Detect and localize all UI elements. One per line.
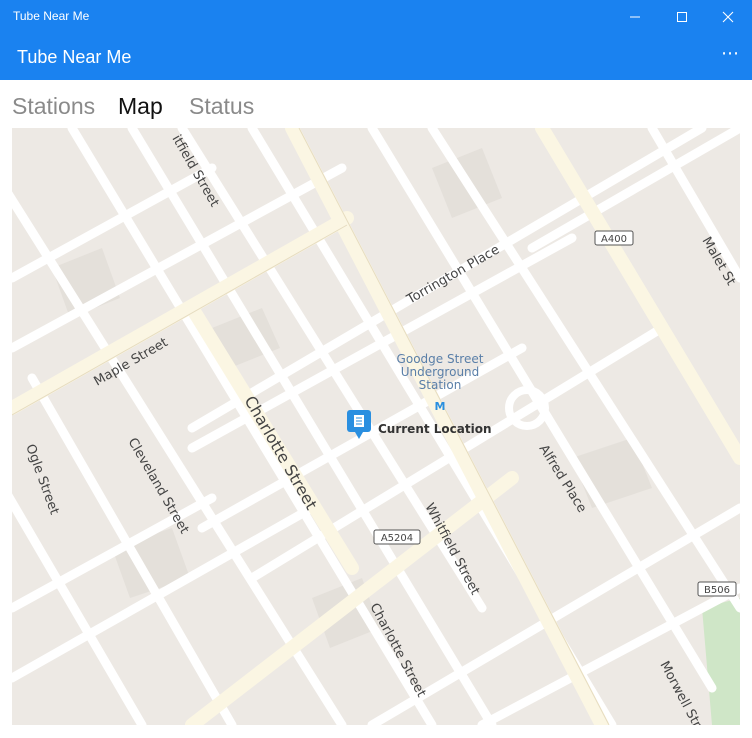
close-icon: [722, 11, 734, 22]
road-shield-a400: A400: [594, 230, 634, 246]
maximize-button[interactable]: [659, 0, 705, 33]
road-shield-a5204: A5204: [373, 529, 421, 545]
svg-text:A5204: A5204: [381, 533, 413, 544]
svg-text:M: M: [435, 400, 446, 413]
underground-icon[interactable]: M: [435, 400, 446, 413]
station-name-line1: Goodge Street: [397, 352, 484, 366]
tab-status[interactable]: Status: [189, 93, 254, 120]
station-name-line2: Underground: [401, 365, 480, 379]
close-button[interactable]: [705, 0, 751, 33]
svg-text:A400: A400: [601, 234, 627, 245]
station-name-line3: Station: [419, 378, 462, 392]
app-bar: Tube Near Me ⋯: [0, 33, 752, 80]
window-title: Tube Near Me: [13, 9, 90, 23]
tab-bar: Stations Map Status: [0, 80, 752, 128]
minimize-icon: [630, 16, 640, 17]
tab-map[interactable]: Map: [118, 93, 163, 120]
svg-text:B506: B506: [704, 585, 730, 596]
maximize-icon: [677, 11, 687, 22]
more-options-button[interactable]: ⋯: [721, 43, 740, 64]
app-title: Tube Near Me: [17, 47, 132, 67]
tab-stations[interactable]: Stations: [12, 93, 95, 120]
current-location-label: Current Location: [378, 422, 492, 436]
window-title-bar: Tube Near Me: [0, 0, 752, 33]
minimize-button[interactable]: [612, 0, 658, 33]
map-view[interactable]: Maple Street itfield Street Torrington P…: [12, 128, 740, 725]
road-shield-b506: B506: [697, 581, 737, 597]
